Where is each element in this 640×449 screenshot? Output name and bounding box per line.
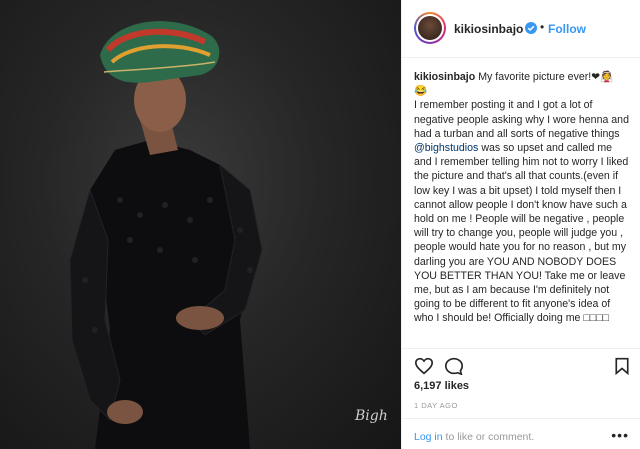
caption: kikiosinbajo My favorite picture ever!❤👰… <box>414 70 632 326</box>
comment-icon[interactable] <box>444 357 464 375</box>
post-side-panel: kikiosinbajo • Follow kikiosinbajo My fa… <box>401 0 640 449</box>
caption-emoji-line: 😂 <box>414 85 428 98</box>
avatar[interactable] <box>414 12 446 44</box>
caption-first-line: My favorite picture ever!❤👰 <box>478 71 614 83</box>
bookmark-icon[interactable] <box>614 357 630 375</box>
login-bar: Log in to like or comment. ••• <box>402 418 640 449</box>
caption-mention-link[interactable]: @bighstudios <box>414 142 478 154</box>
login-prompt: Log in to like or comment. <box>414 431 534 443</box>
post-photo[interactable]: Bigh <box>0 0 401 449</box>
follow-button[interactable]: Follow <box>548 22 586 36</box>
more-options-icon[interactable]: ••• <box>611 427 629 443</box>
likes-count[interactable]: 6,197 likes <box>414 380 469 392</box>
header-username[interactable]: kikiosinbajo <box>454 22 523 36</box>
heart-icon[interactable] <box>414 357 434 375</box>
login-link[interactable]: Log in <box>414 431 443 443</box>
header-separator: • <box>540 20 545 34</box>
caption-body-after: was so upset and called me and I remembe… <box>414 142 629 325</box>
post-photo-illustration: Bigh <box>69 21 388 449</box>
action-bar <box>402 348 640 378</box>
caption-username[interactable]: kikiosinbajo <box>414 71 475 83</box>
login-prompt-text: to like or comment. <box>442 431 535 443</box>
photo-signature: Bigh <box>354 408 388 424</box>
verified-badge-icon <box>525 22 537 34</box>
post-header: kikiosinbajo • Follow <box>402 0 640 58</box>
caption-body-before: I remember posting it and I got a lot of… <box>414 99 629 140</box>
post-timestamp[interactable]: 1 DAY AGO <box>414 401 458 410</box>
